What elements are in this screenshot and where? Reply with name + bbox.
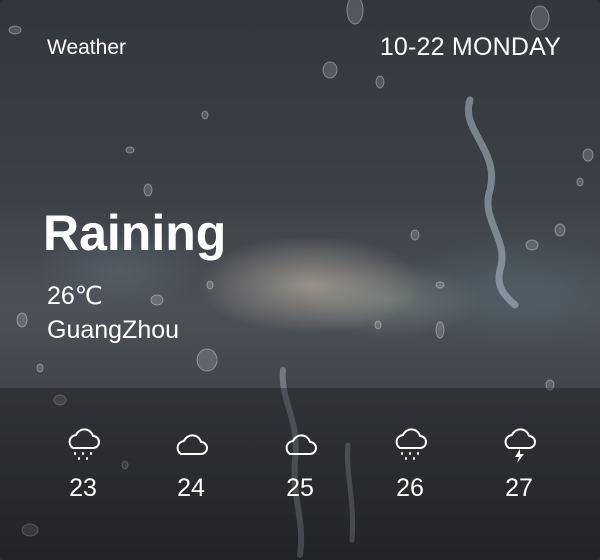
app-title: Weather [47, 36, 126, 59]
forecast-day-number: 27 [505, 474, 533, 502]
current-temperature: 26℃ [47, 282, 103, 310]
cloud-icon [285, 434, 317, 455]
date-label: 10-22 MONDAY [379, 33, 561, 61]
rain-cloud-icon [68, 428, 100, 460]
city-name: GuangZhou [47, 316, 180, 344]
weather-card: Weather 10-22 MONDAY Raining 26℃ GuangZh… [0, 0, 600, 560]
forecast-day[interactable]: 27 [479, 428, 559, 503]
rain-cloud-icon [395, 428, 427, 460]
forecast-day-number: 23 [69, 474, 97, 502]
forecast-day[interactable]: 26 [370, 428, 450, 503]
cloud-icon [176, 434, 208, 455]
thunderstorm-icon [504, 428, 536, 463]
forecast-day[interactable]: 25 [260, 428, 340, 503]
forecast-day-number: 26 [396, 474, 424, 502]
forecast-day[interactable]: 24 [151, 428, 231, 503]
forecast-day-number: 25 [286, 474, 314, 502]
weather-condition: Raining [43, 205, 227, 261]
forecast-strip: 23 24 25 26 27 [0, 388, 600, 560]
forecast-day[interactable]: 23 [43, 428, 123, 503]
forecast-day-number: 24 [177, 474, 205, 502]
